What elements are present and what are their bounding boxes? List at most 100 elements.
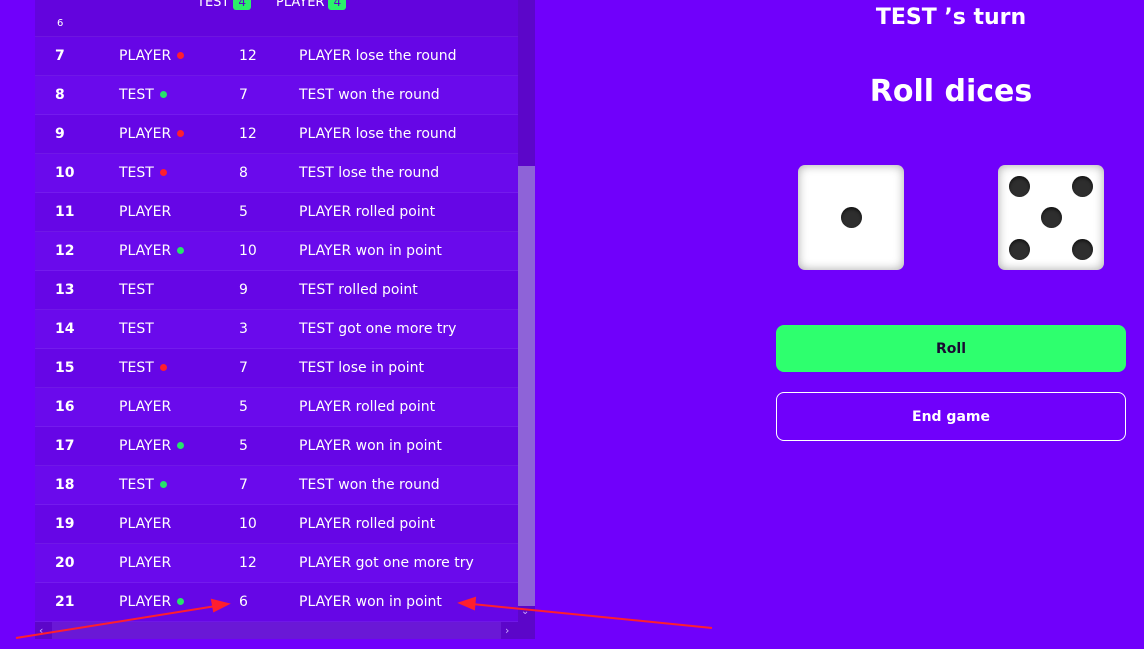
row-player-label: TEST: [119, 321, 154, 337]
row-player-label: PLAYER: [119, 516, 172, 532]
die-1: [798, 165, 904, 270]
row-player-label: PLAYER: [119, 555, 172, 571]
row-result: PLAYER lose the round: [299, 126, 457, 142]
row-roll-value: 8: [239, 165, 248, 181]
green-dot-icon: [177, 597, 185, 605]
vertical-scrollbar[interactable]: ⌄: [518, 0, 535, 622]
row-player-label: TEST: [119, 360, 154, 376]
die-pip: [840, 207, 862, 228]
row-player-label: TEST: [119, 165, 154, 181]
table-row: 9 PLAYER 12 PLAYER lose the round: [35, 115, 518, 154]
row-roll-value: 5: [239, 438, 248, 454]
red-dot-icon: [159, 363, 167, 371]
table-row: 12 PLAYER 10 PLAYER won in point: [35, 232, 518, 271]
row-number: 16: [55, 399, 75, 415]
table-row: 7 PLAYER 12 PLAYER lose the round: [35, 37, 518, 76]
row-number: 11: [55, 204, 75, 220]
row-number: 12: [55, 243, 75, 259]
chevron-left-icon[interactable]: ‹: [39, 622, 43, 639]
row-number: 8: [55, 87, 65, 103]
row-number: 10: [55, 165, 75, 181]
row-result: TEST rolled point: [299, 282, 418, 298]
horizontal-scrollbar[interactable]: ‹ ›: [35, 622, 518, 639]
row-result: PLAYER rolled point: [299, 399, 436, 415]
row-number: 17: [55, 438, 75, 454]
red-dot-icon: [177, 51, 185, 59]
scoreboard-header: TEST 4 PLAYER 4: [35, 0, 518, 20]
row-player-label: TEST: [119, 87, 154, 103]
row-player-label: PLAYER: [119, 594, 172, 610]
score-test: TEST 4: [197, 0, 251, 10]
row-player: TEST: [119, 360, 167, 376]
chevron-down-icon[interactable]: ⌄: [521, 606, 529, 617]
table-row: 10 TEST 8 TEST lose the round: [35, 154, 518, 193]
row-player-label: PLAYER: [119, 204, 172, 220]
green-dot-icon: [159, 90, 167, 98]
score-test-badge: 4: [233, 0, 251, 10]
row-player: PLAYER: [119, 555, 171, 571]
die-2: [998, 165, 1104, 270]
turn-indicator: TEST ’s turn: [875, 5, 1027, 30]
end-game-button[interactable]: End game: [776, 392, 1126, 441]
vertical-scrollbar-thumb[interactable]: [518, 166, 535, 606]
row-result: TEST lose in point: [299, 360, 425, 376]
row-result: PLAYER won in point: [299, 594, 442, 610]
row-player: PLAYER: [119, 48, 185, 64]
table-row: 17 PLAYER 5 PLAYER won in point: [35, 427, 518, 466]
table-row: 18 TEST 7 TEST won the round: [35, 466, 518, 505]
row-result: TEST won the round: [299, 477, 440, 493]
row-number: 15: [55, 360, 75, 376]
scrollbar-corner: [518, 622, 535, 639]
row-player-label: PLAYER: [119, 126, 172, 142]
row-number: 6: [57, 18, 64, 29]
table-row: 21 PLAYER 6 PLAYER won in point: [35, 583, 518, 622]
row-roll-value: 10: [239, 243, 257, 259]
green-dot-icon: [177, 246, 185, 254]
row-player: TEST: [119, 165, 167, 181]
die-pip: [1008, 175, 1030, 197]
row-player: TEST: [119, 87, 167, 103]
table-row: 13 TEST 9 TEST rolled point: [35, 271, 518, 310]
row-roll-value: 7: [239, 360, 248, 376]
history-table-body: 7 PLAYER 12 PLAYER lose the round 8 TEST 7 TEST…: [35, 37, 518, 622]
row-player-label: PLAYER: [119, 243, 172, 259]
row-roll-value: 7: [239, 477, 248, 493]
die-pip: [1072, 238, 1094, 260]
table-row: 15 TEST 7 TEST lose in point: [35, 349, 518, 388]
row-number: 14: [55, 321, 75, 337]
score-player: PLAYER 4: [276, 0, 347, 10]
row-player-label: PLAYER: [119, 399, 172, 415]
row-roll-value: 6: [239, 594, 248, 610]
row-roll-value: 12: [239, 555, 257, 571]
row-number: 19: [55, 516, 75, 532]
row-number: 9: [55, 126, 65, 142]
table-row: 19 PLAYER 10 PLAYER rolled point: [35, 505, 518, 544]
table-row-partial: 6: [35, 18, 518, 37]
die-pip: [1008, 238, 1030, 260]
row-player: PLAYER: [119, 243, 185, 259]
row-roll-value: 5: [239, 399, 248, 415]
row-result: TEST lose the round: [299, 165, 440, 181]
score-player-badge: 4: [328, 0, 347, 10]
chevron-right-icon[interactable]: ›: [505, 622, 509, 639]
row-player: PLAYER: [119, 399, 171, 415]
horizontal-scrollbar-thumb[interactable]: [52, 622, 501, 639]
row-roll-value: 9: [239, 282, 248, 298]
score-test-label: TEST: [197, 0, 230, 10]
row-result: PLAYER got one more try: [299, 555, 474, 571]
row-player: PLAYER: [119, 594, 185, 610]
row-number: 20: [55, 555, 75, 571]
row-player-label: TEST: [119, 477, 154, 493]
row-number: 7: [55, 48, 65, 64]
die-pip: [1040, 207, 1062, 228]
row-result: PLAYER rolled point: [299, 204, 436, 220]
history-panel[interactable]: TEST 4 PLAYER 4 6 7 PLAYER 12 PLAYER lose t…: [35, 0, 535, 639]
table-row: 8 TEST 7 TEST won the round: [35, 76, 518, 115]
row-result: PLAYER lose the round: [299, 48, 457, 64]
score-player-label: PLAYER: [276, 0, 325, 10]
row-player: PLAYER: [119, 126, 185, 142]
roll-button[interactable]: Roll: [776, 325, 1126, 372]
table-row: 11 PLAYER 5 PLAYER rolled point: [35, 193, 518, 232]
row-roll-value: 10: [239, 516, 257, 532]
red-dot-icon: [177, 129, 185, 137]
